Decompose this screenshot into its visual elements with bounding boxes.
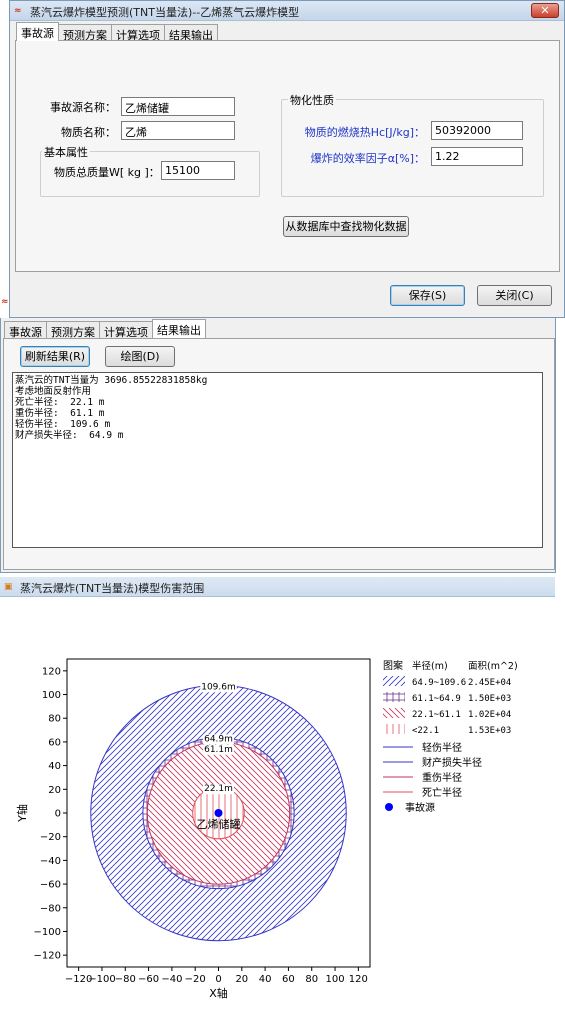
radius-label: 22.1m	[204, 784, 233, 794]
x-tick-label: 60	[282, 974, 295, 985]
radius-label: 64.9m	[204, 734, 233, 744]
legend-range: <22.1	[412, 726, 439, 736]
result-line: 死亡半径: 22.1 m	[15, 397, 105, 408]
app-icon: ≈	[1, 297, 9, 307]
tab-strip: 事故源 预测方案 计算选项 结果输出	[4, 319, 206, 339]
x-tick-label: −80	[115, 974, 136, 985]
x-tick-label: 40	[259, 974, 272, 985]
legend-line-label: 重伤半径	[422, 771, 462, 784]
x-tick-label: 0	[215, 974, 221, 985]
y-tick-label: 0	[55, 809, 61, 820]
tab-prediction-plan[interactable]: 预测方案	[46, 321, 100, 339]
y-tick-label: −80	[40, 903, 61, 914]
tab-result-output[interactable]: 结果输出	[164, 24, 218, 42]
x-axis-label: X轴	[209, 986, 228, 1000]
legend-source-dot	[385, 803, 393, 811]
result-line: 重伤半径: 61.1 m	[15, 408, 105, 419]
heat-of-combustion-input[interactable]: 50392000	[431, 121, 523, 140]
y-tick-label: −120	[34, 951, 61, 962]
tab-panel-accident-source: 事故源名称： 乙烯储罐 物质名称： 乙烯 基本属性 物质总质量W[ kg ]： …	[15, 40, 560, 272]
plot-button[interactable]: 绘图(D)	[105, 346, 175, 367]
substance-label: 物质名称：	[61, 126, 116, 139]
legend-range: 22.1~61.1	[412, 710, 461, 720]
window-title: 蒸汽云爆炸模型预测(TNT当量法)--乙烯蒸气云爆炸模型	[30, 6, 300, 19]
y-tick-label: −20	[40, 832, 61, 843]
legend-source-label: 事故源	[405, 801, 435, 814]
tab-calc-options[interactable]: 计算选项	[99, 321, 153, 339]
x-tick-label: −60	[138, 974, 159, 985]
efficiency-factor-input[interactable]: 1.22	[431, 147, 523, 166]
accident-source-label: 事故源名称：	[50, 101, 116, 114]
app-icon: ≈	[14, 6, 22, 16]
x-tick-label: 100	[325, 974, 344, 985]
legend-header: 图案	[383, 659, 403, 672]
lookup-database-button[interactable]: 从数据库中查找物化数据	[283, 216, 409, 237]
substance-input[interactable]: 乙烯	[121, 121, 235, 140]
result-line: 考虑地面反射作用	[15, 386, 92, 397]
accident-source-input[interactable]: 乙烯储罐	[121, 97, 235, 116]
tab-accident-source[interactable]: 事故源	[16, 22, 59, 41]
legend-header: 面积(m^2)	[468, 660, 518, 672]
y-tick-label: 40	[48, 761, 61, 772]
y-tick-label: −40	[40, 856, 61, 867]
damage-range-window: ▣ 蒸汽云爆炸(TNT当量法)模型伤害范围 109.6m 64.9m 61.1m 22…	[0, 577, 555, 1024]
tab-accident-source[interactable]: 事故源	[4, 321, 47, 339]
y-tick-label: 60	[48, 737, 61, 748]
result-output-window: 事故源 预测方案 计算选项 结果输出 刷新结果(R) 绘图(D) 蒸汽云的TNT…	[0, 318, 556, 573]
tab-prediction-plan[interactable]: 预测方案	[58, 24, 112, 42]
legend-area: 1.53E+03	[468, 726, 511, 736]
efficiency-factor-label: 爆炸的效率因子α[%]：	[310, 152, 425, 165]
close-button[interactable]: 关闭(C)	[477, 285, 552, 306]
tab-panel-result-output: 刷新结果(R) 绘图(D) 蒸汽云的TNT当量为 3696.8552283185…	[3, 338, 555, 570]
y-tick-label: −100	[34, 927, 61, 938]
y-tick-label: 20	[48, 785, 61, 796]
basic-properties-title: 基本属性	[42, 144, 90, 160]
y-tick-label: 80	[48, 714, 61, 725]
legend-line-label: 轻伤半径	[422, 741, 462, 754]
physchem-properties-title: 物化性质	[288, 92, 336, 108]
y-tick-label: −60	[40, 880, 61, 891]
legend-swatch	[383, 708, 405, 718]
x-tick-label: 80	[305, 974, 318, 985]
tab-calc-options[interactable]: 计算选项	[111, 24, 165, 42]
heat-of-combustion-label: 物质的燃烧热Hc[J/kg]：	[304, 126, 425, 139]
x-tick-label: −20	[185, 974, 206, 985]
legend-area: 1.50E+03	[468, 694, 511, 704]
legend-swatch	[383, 676, 405, 686]
total-mass-input[interactable]: 15100	[161, 161, 235, 180]
vce-model-window: ≈ 蒸汽云爆炸模型预测(TNT当量法)--乙烯蒸气云爆炸模型 ✕ 事故源 预测方…	[9, 0, 565, 318]
x-tick-label: 20	[235, 974, 248, 985]
y-tick-label: 120	[42, 666, 61, 677]
tab-result-output[interactable]: 结果输出	[152, 319, 206, 338]
results-textbox[interactable]: 蒸汽云的TNT当量为 3696.85522831858kg 考虑地面反射作用 死…	[12, 372, 543, 548]
radius-label: 61.1m	[204, 745, 233, 755]
legend-swatch	[383, 692, 405, 702]
y-tick-label: 100	[42, 690, 61, 701]
legend-line-label: 财产损失半径	[422, 756, 482, 769]
result-line: 轻伤半径: 109.6 m	[15, 419, 111, 430]
radius-label: 109.6m	[201, 682, 236, 692]
tab-strip: 事故源 预测方案 计算选项 结果输出	[16, 22, 218, 42]
legend-area: 1.02E+04	[468, 710, 511, 720]
refresh-results-button[interactable]: 刷新结果(R)	[20, 346, 90, 367]
legend-swatch	[383, 724, 405, 734]
save-button[interactable]: 保存(S)	[390, 285, 465, 306]
legend-line-label: 死亡半径	[422, 786, 462, 799]
accident-source-dot	[214, 809, 223, 817]
result-line: 财产损失半径: 64.9 m	[15, 430, 124, 441]
close-icon[interactable]: ✕	[531, 3, 559, 18]
accident-source-label: 乙烯储罐	[197, 817, 241, 831]
legend-header: 半径(m)	[412, 660, 448, 672]
x-tick-label: −40	[161, 974, 182, 985]
legend-range: 61.1~64.9	[412, 694, 461, 704]
legend-range: 64.9~109.6	[412, 678, 466, 688]
total-mass-label: 物质总质量W[ kg ]：	[54, 166, 160, 179]
x-tick-label: −100	[88, 974, 115, 985]
legend-area: 2.45E+04	[468, 678, 511, 688]
result-line: 蒸汽云的TNT当量为 3696.85522831858kg	[15, 375, 208, 386]
x-tick-label: 120	[349, 974, 368, 985]
y-axis-label: Y轴	[15, 804, 29, 823]
damage-range-chart: 109.6m64.9m61.1m22.1m乙烯储罐−120−100 −80 −60−…	[15, 658, 518, 1000]
title-bar: ≈ 蒸汽云爆炸模型预测(TNT当量法)--乙烯蒸气云爆炸模型 ✕	[10, 1, 564, 21]
